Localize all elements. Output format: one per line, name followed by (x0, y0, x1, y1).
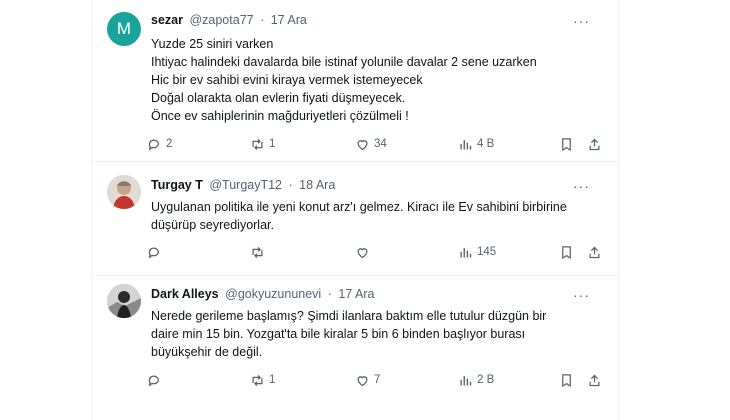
reply-count: 2 (166, 138, 173, 150)
views-count: 2 B (477, 374, 495, 386)
reply-button[interactable] (147, 370, 166, 390)
retweet-icon (252, 138, 263, 150)
bookmark-button[interactable] (559, 242, 574, 262)
display-name[interactable]: Turgay T (151, 178, 203, 192)
views-icon (460, 375, 472, 385)
like-icon (357, 375, 368, 386)
like-icon (357, 247, 368, 258)
bookmark-icon (562, 137, 571, 151)
views-button[interactable]: 4 B (458, 134, 494, 154)
tweet[interactable]: Dark Alleys @gokyuzununevi · 17 Ara ··· … (92, 276, 618, 420)
share-button[interactable] (587, 370, 602, 390)
views-icon (460, 139, 472, 149)
more-icon[interactable]: ··· (573, 13, 590, 29)
tweet-line: Uygulanan politika ile yeni konut arz'ı … (151, 200, 567, 214)
more-icon[interactable]: ··· (573, 178, 590, 194)
avatar-photo (107, 284, 141, 318)
tweet-line: Ihtiyac halindeki davalarda bile istinaf… (151, 55, 537, 69)
like-count: 7 (374, 374, 381, 386)
tweet-header: Turgay T @TurgayT12 · 18 Ara ··· (151, 178, 603, 196)
tweet-line: Yuzde 25 siniri varken (151, 37, 274, 51)
tweet-text: Nerede gerileme başlamış? Şimdi ilanlara… (151, 307, 601, 361)
views-button[interactable]: 2 B (458, 370, 494, 390)
timestamp[interactable]: 17 Ara (271, 13, 307, 27)
tweet-line: Hic bir ev sahibi evini kiraya vermek is… (151, 73, 423, 87)
like-icon (357, 139, 368, 150)
avatar-photo (107, 175, 141, 209)
like-button[interactable]: 34 (355, 134, 387, 154)
share-icon (589, 138, 600, 150)
like-button[interactable] (355, 242, 374, 262)
reply-icon (148, 247, 159, 258)
tweet-line: Nerede gerileme başlamış? Şimdi ilanlara… (151, 309, 547, 323)
avatar-letter: M (116, 19, 132, 38)
tweet-header: sezar @zapota77 · 17 Ara ··· (151, 13, 603, 31)
retweet-count: 1 (269, 374, 276, 386)
like-button[interactable]: 7 (355, 370, 380, 390)
more-icon[interactable]: ··· (573, 287, 590, 303)
timeline-feed: M sezar @zapota77 · 17 Ara ··· Yuzde 25 … (91, 0, 619, 420)
timestamp[interactable]: 17 Ara (338, 287, 374, 301)
display-name[interactable]: Dark Alleys (151, 287, 219, 301)
retweet-button[interactable] (250, 242, 269, 262)
display-name[interactable]: sezar (151, 13, 183, 27)
tweet-line: Önce ev sahiplerinin mağduriyetleri çözü… (151, 109, 409, 123)
avatar[interactable]: M (107, 12, 141, 46)
tweet-line: Doğal olaraktа olan evlerin fiyati düşme… (151, 91, 406, 105)
share-button[interactable] (587, 242, 602, 262)
share-icon (589, 246, 600, 258)
retweet-button[interactable]: 1 (250, 370, 275, 390)
like-count: 34 (374, 138, 387, 150)
share-button[interactable] (587, 134, 602, 154)
handle[interactable]: @TurgayT12 (209, 178, 282, 192)
views-icon (460, 247, 472, 257)
reply-icon (148, 375, 159, 386)
retweet-icon (252, 246, 263, 258)
retweet-button[interactable]: 1 (250, 134, 275, 154)
handle[interactable]: @zapota77 (189, 13, 253, 27)
bookmark-button[interactable] (559, 370, 574, 390)
separator-dot: · (327, 287, 332, 301)
action-bar: 145 (147, 242, 607, 262)
tweet-line: düşürüp seyrediyorlar. (151, 218, 274, 232)
avatar[interactable] (107, 284, 141, 318)
avatar[interactable] (107, 175, 141, 209)
handle[interactable]: @gokyuzununevi (225, 287, 321, 301)
bookmark-icon (562, 245, 571, 259)
bookmark-button[interactable] (559, 134, 574, 154)
reply-icon (148, 139, 159, 150)
views-count: 4 B (477, 138, 495, 150)
separator-dot: · (260, 13, 265, 27)
share-icon (589, 374, 600, 386)
tweet-line: büyükşehir de değil. (151, 345, 263, 359)
tweet-text: Yuzde 25 siniri varken Ihtiyac halindeki… (151, 35, 601, 125)
tweet[interactable]: M sezar @zapota77 · 17 Ara ··· Yuzde 25 … (92, 0, 618, 162)
retweet-icon (252, 374, 263, 386)
views-count: 145 (477, 246, 497, 258)
tweet-header: Dark Alleys @gokyuzununevi · 17 Ara ··· (151, 287, 603, 305)
bookmark-icon (562, 373, 571, 387)
retweet-count: 1 (269, 138, 276, 150)
tweet-text: Uygulanan politika ile yeni konut arz'ı … (151, 198, 601, 234)
timestamp[interactable]: 18 Ara (299, 178, 335, 192)
tweet[interactable]: Turgay T @TurgayT12 · 18 Ara ··· Uygulan… (92, 162, 618, 276)
action-bar: 1 7 2 B (147, 370, 607, 390)
reply-button[interactable]: 2 (147, 134, 172, 154)
reply-button[interactable] (147, 242, 166, 262)
tweet-line: daire min 15 bin. Yozgat'ta bile kiralar… (151, 327, 526, 341)
action-bar: 2 1 34 4 B (147, 134, 607, 154)
separator-dot: · (288, 178, 293, 192)
views-button[interactable]: 145 (458, 242, 496, 262)
